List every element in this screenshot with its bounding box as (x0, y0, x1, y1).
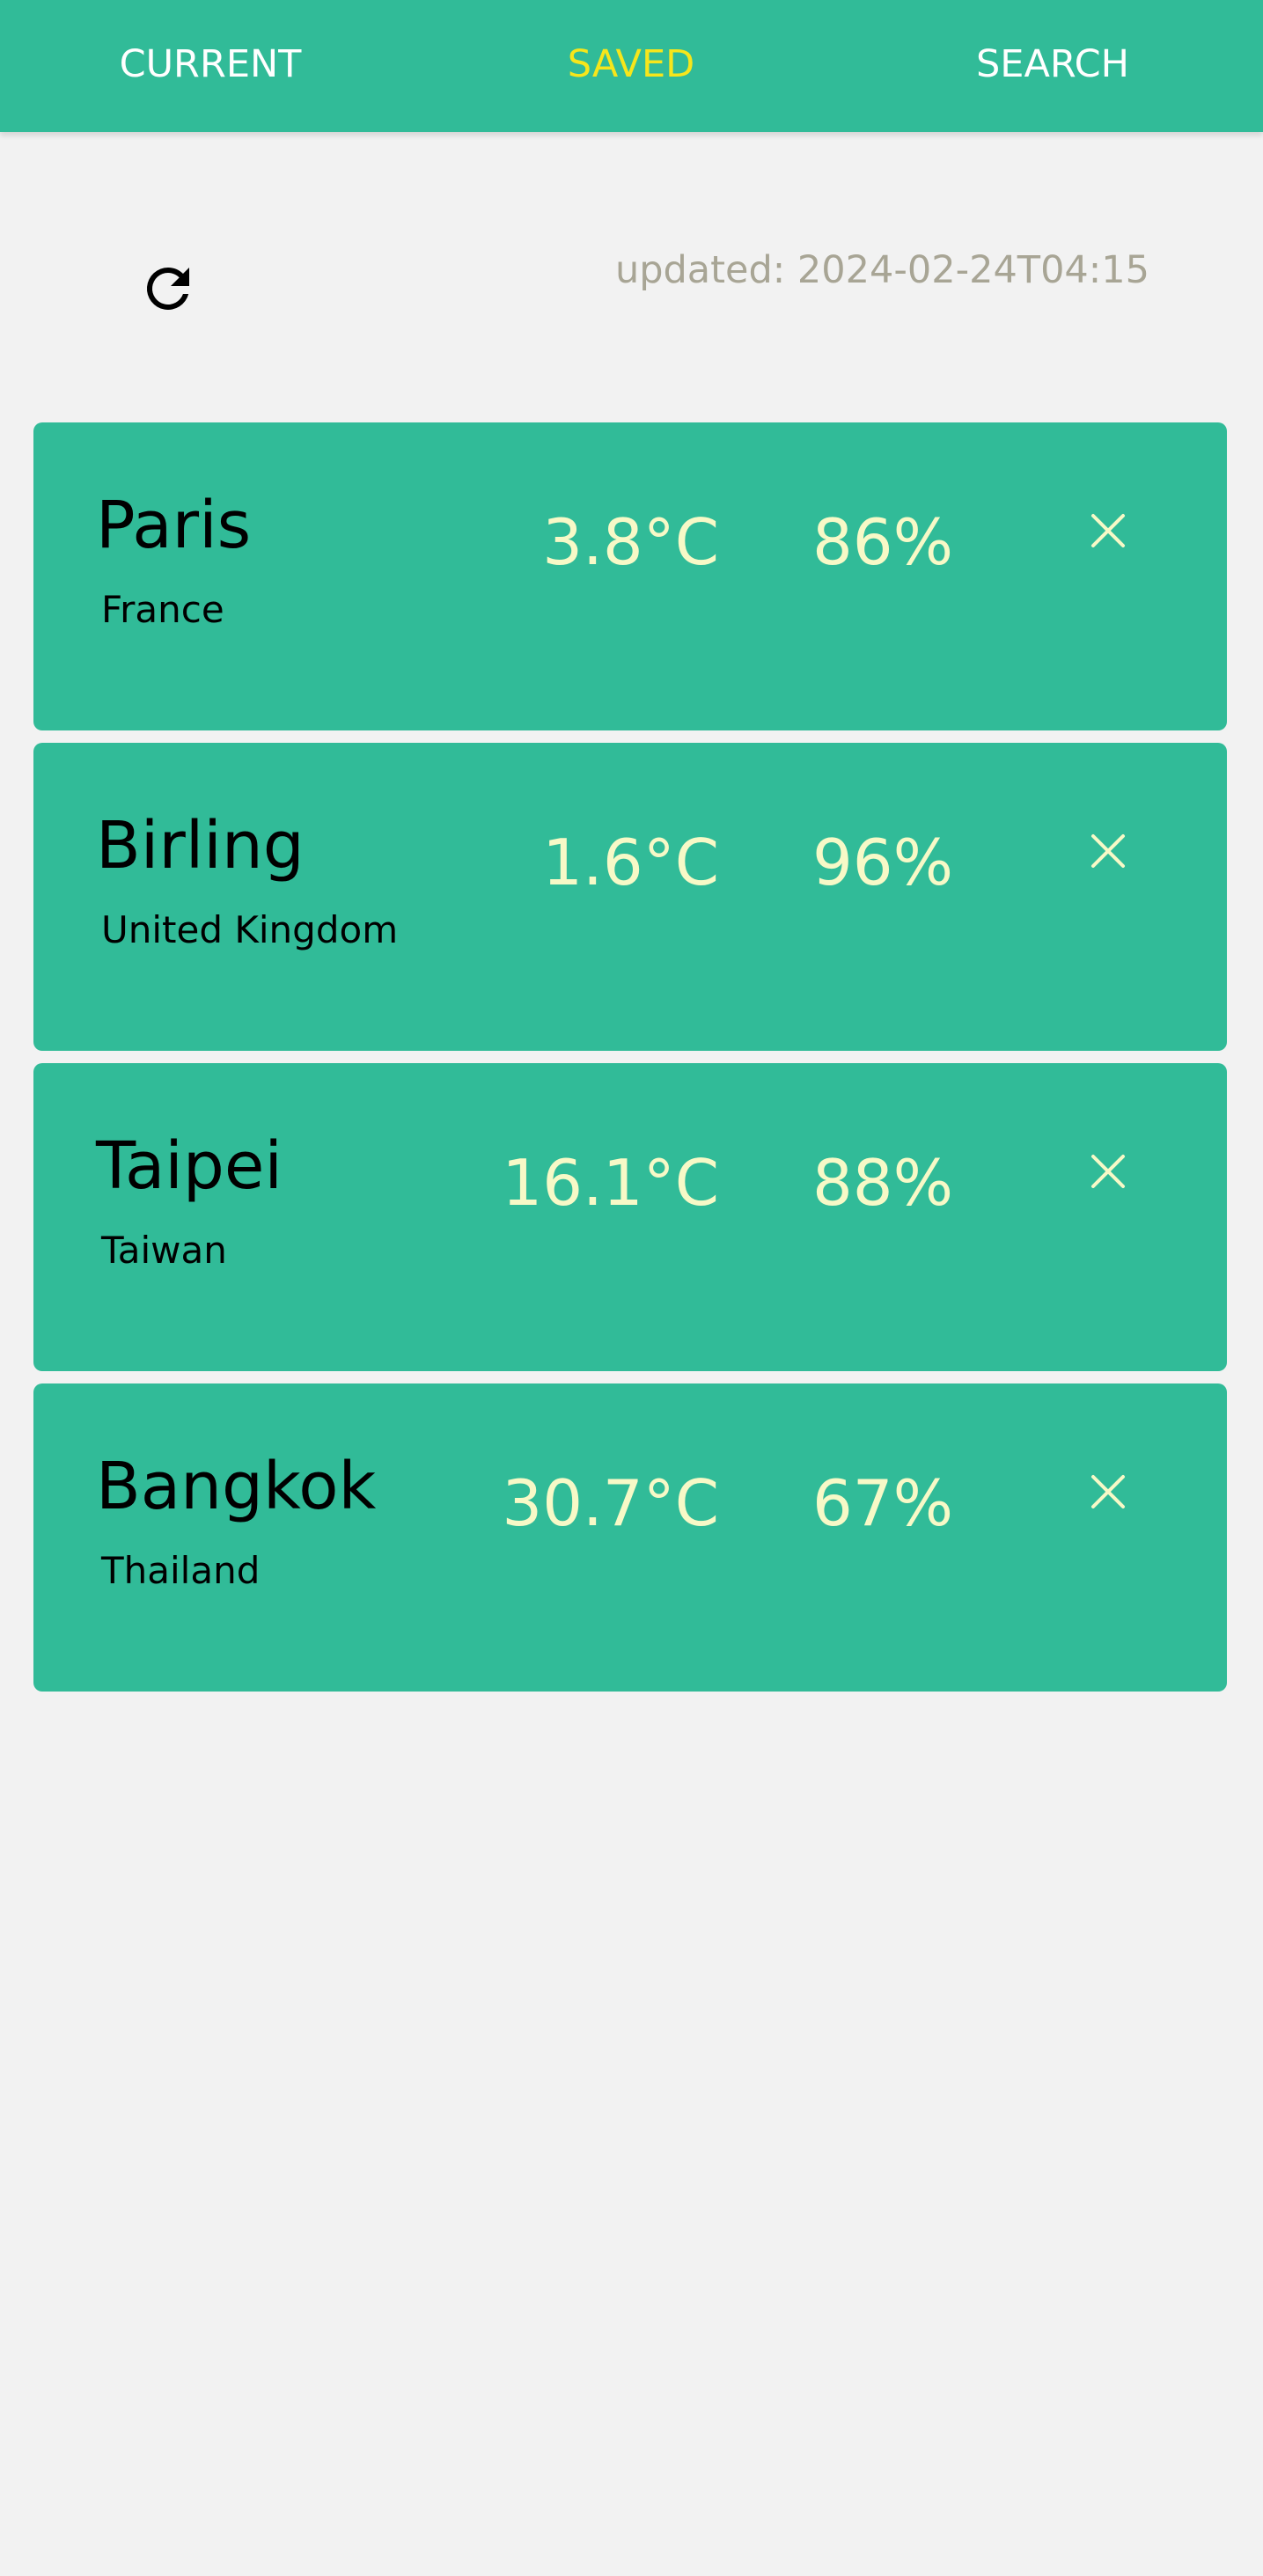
tab-saved[interactable]: SAVED (421, 0, 841, 132)
temperature-value: 1.6°C (542, 826, 719, 899)
country-name: France (101, 588, 224, 631)
last-updated-text: updated: 2024-02-24T04:15 (614, 248, 1149, 292)
refresh-icon[interactable] (136, 257, 200, 320)
saved-location-card[interactable]: Birling United Kingdom 1.6°C 96% (33, 743, 1227, 1051)
humidity-value: 96% (812, 826, 954, 899)
humidity-value: 88% (812, 1146, 954, 1220)
city-name: Taipei (96, 1128, 283, 1204)
close-icon[interactable] (1088, 831, 1128, 871)
tab-current[interactable]: CURRENT (0, 0, 421, 132)
top-tab-bar: CURRENT SAVED SEARCH (0, 0, 1263, 132)
humidity-value: 67% (812, 1466, 954, 1540)
humidity-value: 86% (812, 505, 954, 579)
saved-location-card[interactable]: Paris France 3.8°C 86% (33, 422, 1227, 730)
saved-location-card[interactable]: Bangkok Thailand 30.7°C 67% (33, 1383, 1227, 1692)
tab-search[interactable]: SEARCH (842, 0, 1263, 132)
close-icon[interactable] (1088, 1471, 1128, 1512)
temperature-value: 30.7°C (502, 1466, 719, 1540)
country-name: United Kingdom (101, 908, 399, 951)
city-name: Birling (96, 808, 305, 884)
temperature-value: 16.1°C (502, 1146, 719, 1220)
city-name: Paris (96, 488, 252, 563)
city-name: Bangkok (96, 1449, 377, 1524)
saved-location-card[interactable]: Taipei Taiwan 16.1°C 88% (33, 1063, 1227, 1371)
country-name: Taiwan (101, 1229, 227, 1272)
country-name: Thailand (101, 1549, 261, 1592)
close-icon[interactable] (1088, 510, 1128, 551)
close-icon[interactable] (1088, 1151, 1128, 1192)
temperature-value: 3.8°C (542, 505, 719, 579)
